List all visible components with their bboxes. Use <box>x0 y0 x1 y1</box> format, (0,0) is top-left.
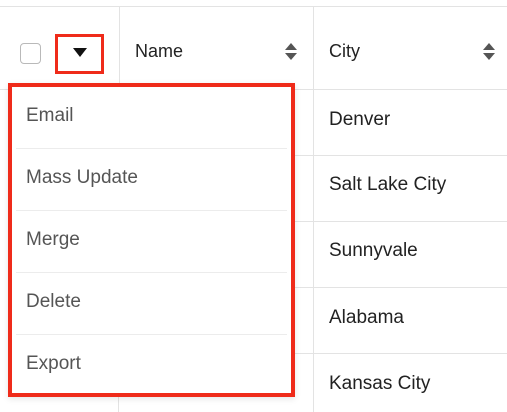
actions-dropdown-menu: Email Mass Update Merge Delete Export <box>8 83 295 397</box>
city-value: Sunnyvale <box>329 240 418 261</box>
menu-item-label: Mass Update <box>26 167 138 188</box>
menu-item-delete[interactable]: Delete <box>16 273 287 335</box>
table-cell-city[interactable]: Kansas City <box>313 354 507 412</box>
table-cell-city[interactable]: Salt Lake City <box>313 156 507 222</box>
city-value: Denver <box>329 109 391 130</box>
caret-down-icon <box>73 48 87 57</box>
table-cell-city[interactable]: Sunnyvale <box>313 222 507 288</box>
column-header-name[interactable]: Name <box>119 6 313 90</box>
actions-dropdown-toggle[interactable] <box>55 34 104 74</box>
city-value: Alabama <box>329 307 404 328</box>
list-view: Name City Denver Salt Lake City Sunnyval… <box>0 0 507 412</box>
menu-item-label: Email <box>26 105 74 126</box>
table-cell-city[interactable]: Alabama <box>313 288 507 354</box>
table-cell-city[interactable]: Denver <box>313 90 507 156</box>
column-label: City <box>329 41 360 61</box>
menu-item-label: Delete <box>26 291 81 312</box>
menu-item-label: Merge <box>26 229 80 250</box>
column-header-city[interactable]: City <box>313 6 507 90</box>
column-label: Name <box>135 41 184 61</box>
select-column-header <box>0 6 119 90</box>
menu-item-merge[interactable]: Merge <box>16 211 287 273</box>
select-all-checkbox[interactable] <box>20 43 41 64</box>
sort-icon[interactable] <box>482 40 496 62</box>
menu-item-export[interactable]: Export <box>16 335 287 397</box>
city-value: Salt Lake City <box>329 174 447 195</box>
menu-item-mass-update[interactable]: Mass Update <box>16 149 287 211</box>
menu-item-label: Export <box>26 353 81 374</box>
city-value: Kansas City <box>329 373 431 394</box>
menu-item-email[interactable]: Email <box>16 87 287 149</box>
sort-icon[interactable] <box>284 40 298 62</box>
